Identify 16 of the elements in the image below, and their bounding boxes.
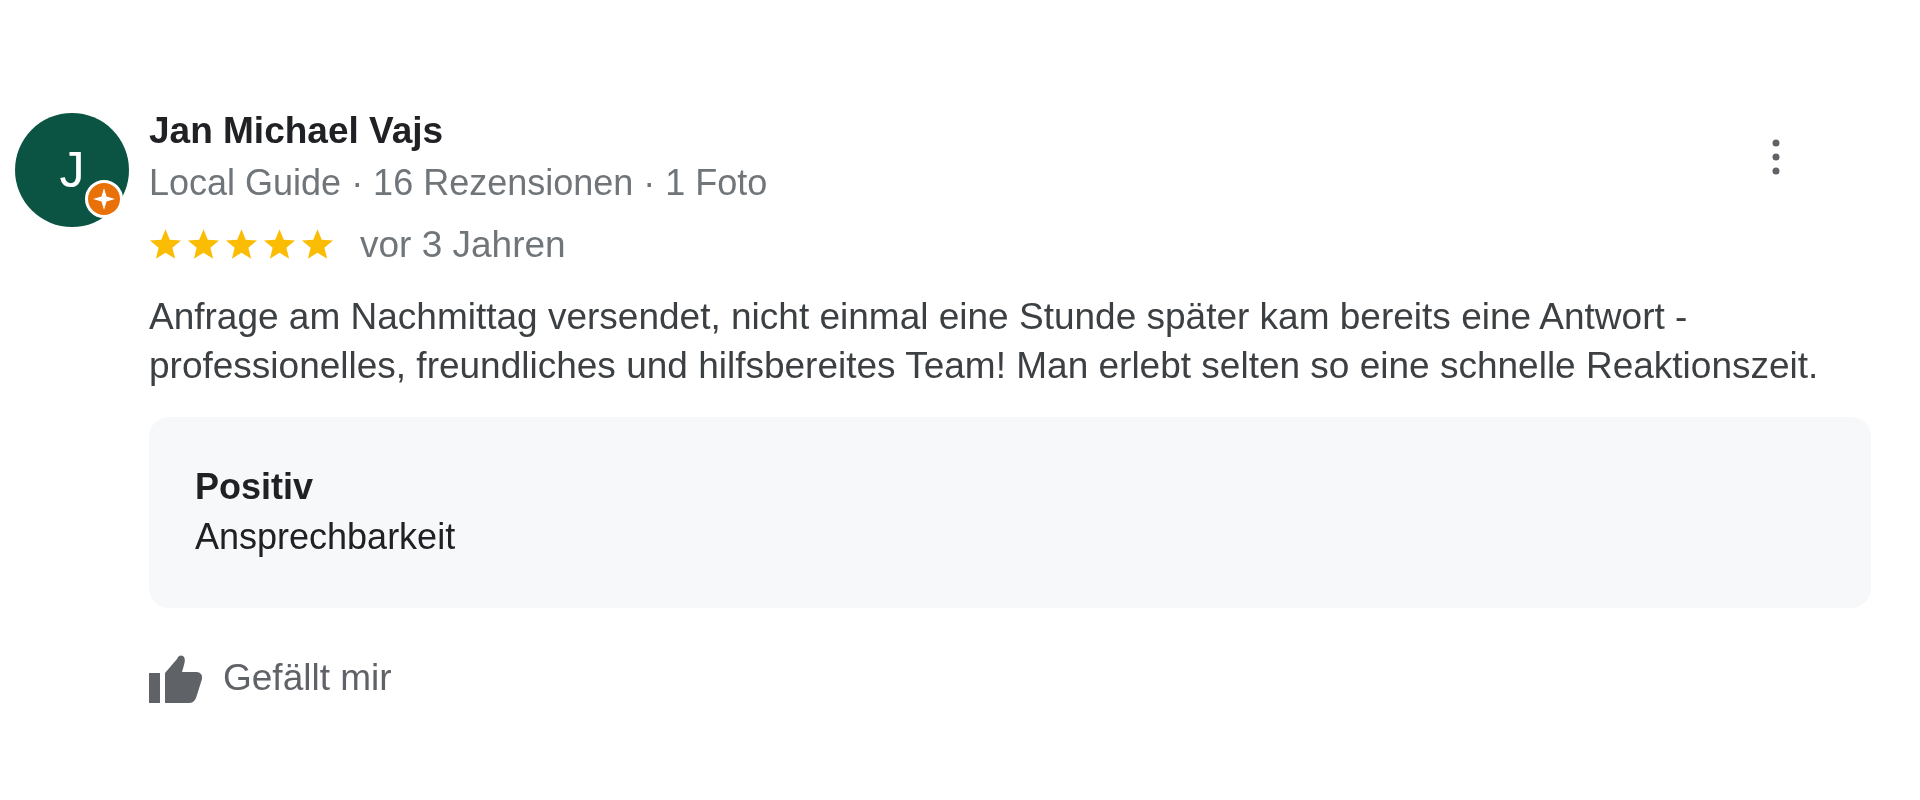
reviewer-name[interactable]: Jan Michael Vajs xyxy=(149,113,444,149)
review-text: Anfrage am Nachmittag versendet, nicht einmal eine Stunde später kam bereits eine Antwort - professionelles, freundliches und hilfsbereites Team! Man erlebt selten so eine schnelle Reaktionszeit. xyxy=(149,295,1820,388)
reviewer-details: Local Guide · 16 Rezensionen · 1 Foto xyxy=(149,161,768,205)
avatar[interactable]: J xyxy=(15,113,129,227)
highlight-label: Positiv xyxy=(195,465,314,509)
avatar-letter: J xyxy=(59,145,85,195)
like-button[interactable]: Gefällt mir xyxy=(149,650,392,706)
star-icon xyxy=(187,229,220,261)
review-time: vor 3 Jahren xyxy=(360,225,566,265)
star-icon xyxy=(225,229,258,261)
thumbs-up-icon xyxy=(149,653,203,703)
star-icon xyxy=(301,229,334,261)
more-vertical-icon xyxy=(1772,139,1780,175)
highlight-value: Ansprechbarkeit xyxy=(195,515,456,559)
star-icon xyxy=(149,229,182,261)
star-icon xyxy=(263,229,296,261)
